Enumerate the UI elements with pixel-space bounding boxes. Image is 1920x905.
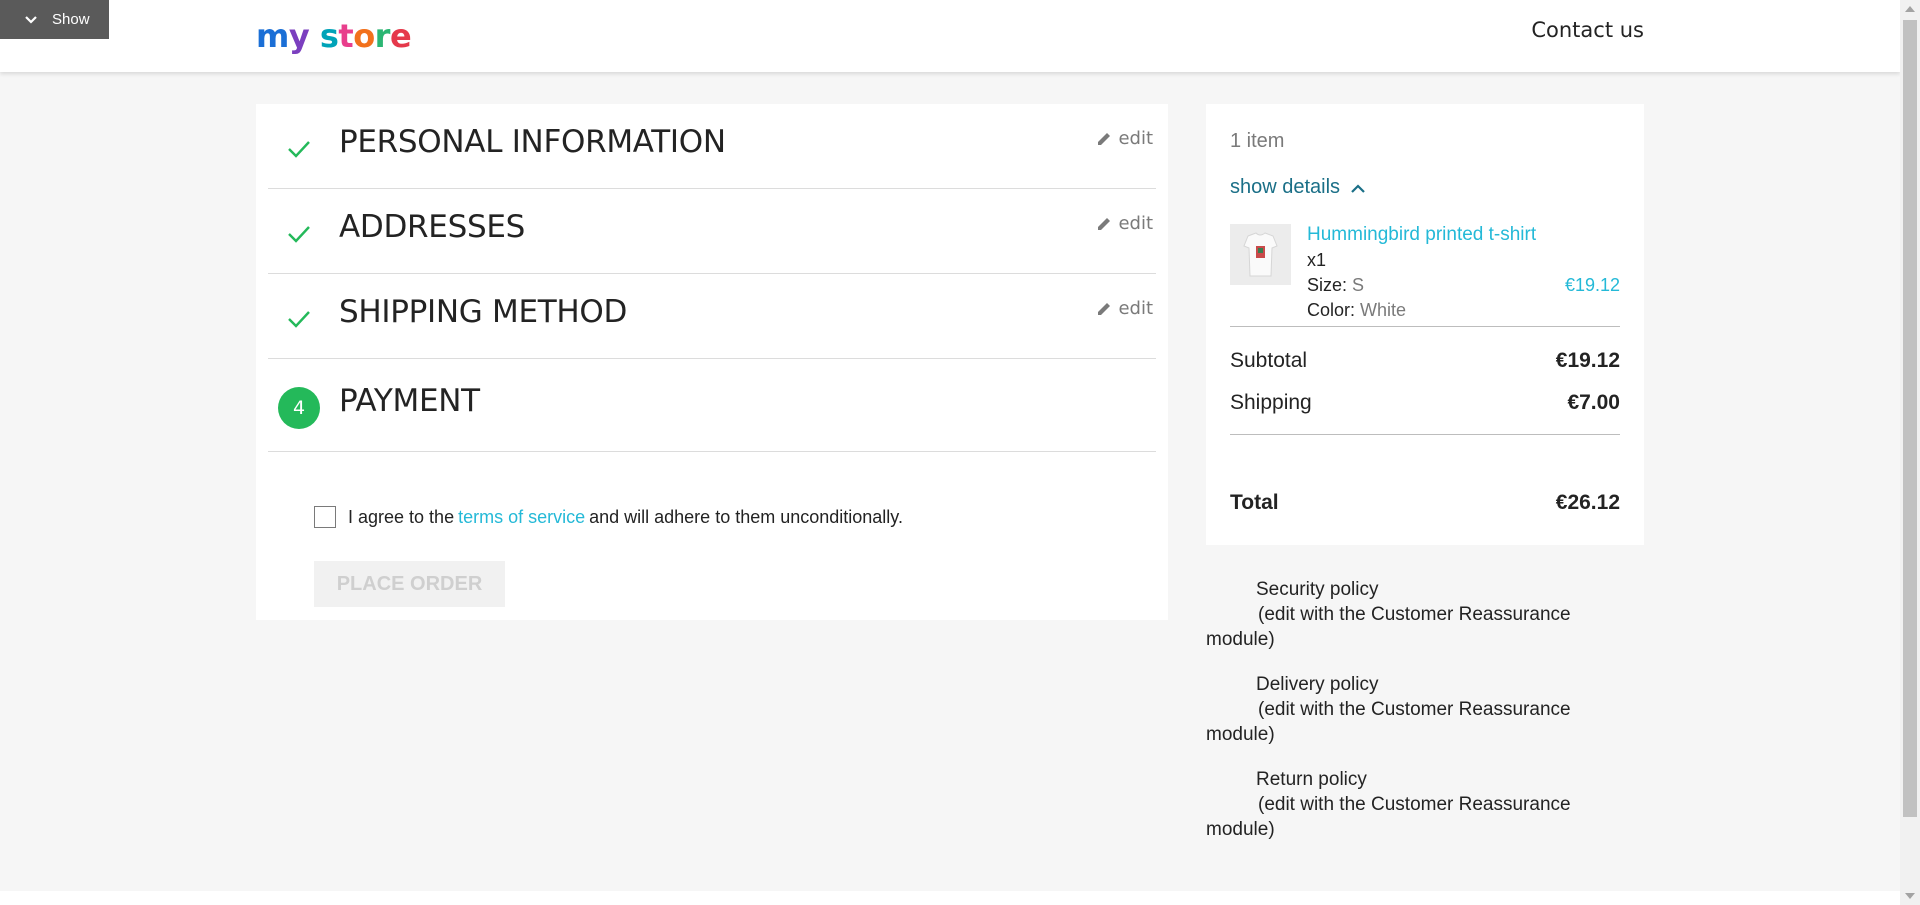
shipping-value: €7.00 xyxy=(1567,391,1620,414)
scrollbar-thumb[interactable] xyxy=(1903,20,1917,817)
pencil-icon xyxy=(1098,132,1111,145)
place-order-button[interactable]: PLACE ORDER xyxy=(314,561,505,607)
step-personal-information[interactable]: PERSONAL INFORMATION edit xyxy=(268,104,1156,189)
product-price: €19.12 xyxy=(1564,275,1620,295)
show-details-label: show details xyxy=(1230,176,1341,198)
step-title: PAYMENT xyxy=(339,383,480,419)
terms-suffix: and will adhere to them unconditionally. xyxy=(589,506,903,527)
step-payment: 4 PAYMENT xyxy=(268,359,1156,452)
product-thumbnail[interactable] xyxy=(1230,224,1291,285)
edit-personal-information-button[interactable]: edit xyxy=(1096,128,1153,149)
product-quantity: x1 xyxy=(1307,250,1327,270)
step-addresses[interactable]: ADDRESSES edit xyxy=(268,189,1156,274)
step-number-badge: 4 xyxy=(278,387,320,429)
total-label: Total xyxy=(1230,491,1279,514)
step-title: PERSONAL INFORMATION xyxy=(339,124,726,160)
terms-agreement: I agree to the terms of service and will… xyxy=(314,506,903,528)
edit-addresses-button[interactable]: edit xyxy=(1096,213,1153,234)
scroll-down-arrow-icon[interactable] xyxy=(1905,893,1915,899)
store-logo[interactable]: my store xyxy=(256,14,412,58)
product-color: Color: White xyxy=(1307,300,1407,320)
pencil-icon xyxy=(1098,302,1111,315)
reassurance-title: Return policy xyxy=(1256,769,1367,790)
page-scrollbar[interactable] xyxy=(1900,0,1920,905)
debug-toggle-label: Show xyxy=(52,11,90,28)
edit-label: edit xyxy=(1118,298,1153,319)
contact-us-link[interactable]: Contact us xyxy=(1531,18,1644,42)
reassurance-desc: (edit with the Customer Reassurance xyxy=(1258,604,1571,625)
step-shipping-method[interactable]: SHIPPING METHOD edit xyxy=(268,274,1156,359)
checkout-steps: PERSONAL INFORMATION edit ADDRESSES edit… xyxy=(256,104,1168,620)
pencil-icon xyxy=(1098,217,1111,230)
total-value: €26.12 xyxy=(1555,491,1620,514)
check-icon xyxy=(288,226,310,243)
chevron-up-icon xyxy=(1351,183,1365,193)
reassurance-desc: (edit with the Customer Reassurance xyxy=(1258,699,1571,720)
show-details-toggle[interactable]: show details xyxy=(1230,176,1366,199)
reassurance-desc-end: module) xyxy=(1206,724,1275,745)
reassurance-security: Security policy (edit with the Customer … xyxy=(1206,577,1626,652)
scroll-up-arrow-icon[interactable] xyxy=(1905,6,1915,12)
step-title: ADDRESSES xyxy=(339,209,525,245)
terms-checkbox[interactable] xyxy=(314,506,336,528)
reassurance-desc-end: module) xyxy=(1206,629,1275,650)
terms-of-service-link[interactable]: terms of service xyxy=(458,507,585,528)
reassurance-title: Security policy xyxy=(1256,579,1379,600)
edit-label: edit xyxy=(1118,128,1153,149)
step-title: SHIPPING METHOD xyxy=(339,294,628,330)
subtotal-value: €19.12 xyxy=(1555,349,1620,372)
chevron-down-icon xyxy=(25,15,37,24)
tshirt-image xyxy=(1230,224,1291,285)
cart-summary: 1 item show details Hummingbird printed … xyxy=(1206,104,1644,545)
site-header: my store Contact us xyxy=(0,0,1900,72)
reassurance-desc: (edit with the Customer Reassurance xyxy=(1258,794,1571,815)
shipping-label: Shipping xyxy=(1230,391,1312,414)
reassurance-return: Return policy (edit with the Customer Re… xyxy=(1206,767,1626,842)
reassurance-desc-end: module) xyxy=(1206,819,1275,840)
check-icon xyxy=(288,311,310,328)
debug-toolbar-toggle[interactable]: Show xyxy=(0,0,109,39)
product-name-link[interactable]: Hummingbird printed t-shirt xyxy=(1307,224,1536,246)
footer-strip xyxy=(0,891,1900,905)
reassurance-title: Delivery policy xyxy=(1256,674,1379,695)
check-icon xyxy=(288,141,310,158)
terms-prefix: I agree to the xyxy=(348,506,455,527)
product-size: Size: S xyxy=(1307,275,1365,295)
divider xyxy=(1230,326,1620,327)
edit-label: edit xyxy=(1118,213,1153,234)
subtotal-label: Subtotal xyxy=(1230,349,1308,372)
divider xyxy=(1230,434,1620,435)
reassurance-delivery: Delivery policy (edit with the Customer … xyxy=(1206,672,1626,747)
edit-shipping-method-button[interactable]: edit xyxy=(1096,298,1153,319)
items-count: 1 item xyxy=(1230,130,1285,152)
